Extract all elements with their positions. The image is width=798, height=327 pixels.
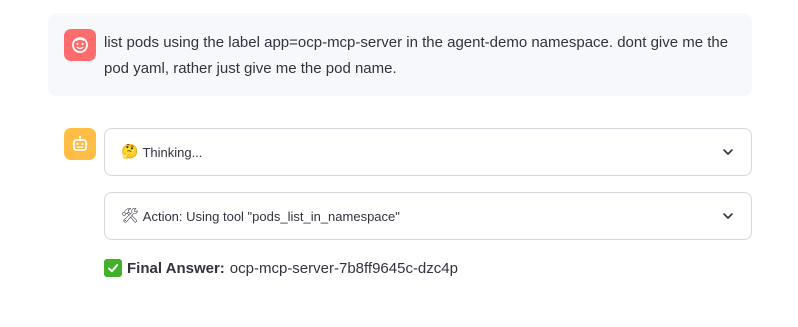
final-answer: Final Answer: ocp-mcp-server-7b8ff9645c-… — [104, 259, 458, 277]
robot-icon — [72, 135, 88, 151]
action-label: Action: Using tool "pods_list_in_namespa… — [142, 208, 400, 224]
user-avatar — [64, 29, 96, 61]
face-icon — [72, 37, 88, 53]
final-answer-label: Final Answer: — [127, 259, 225, 277]
hammer-wrench-icon: 🛠 — [121, 208, 139, 224]
thinking-emoji-icon: 🤔 — [121, 144, 139, 160]
thinking-expander[interactable]: 🤔 Thinking... — [104, 128, 752, 176]
action-expander[interactable]: 🛠 Action: Using tool "pods_list_in_names… — [104, 192, 752, 240]
user-message-text: list pods using the label app=ocp-mcp-se… — [104, 34, 729, 77]
assistant-avatar — [64, 128, 96, 160]
thinking-label-group: 🤔 Thinking... — [121, 144, 721, 160]
thinking-label: Thinking... — [142, 144, 203, 160]
check-mark-icon — [104, 259, 122, 277]
final-answer-value: ocp-mcp-server-7b8ff9645c-dzc4p — [229, 259, 458, 277]
chevron-down-icon[interactable] — [721, 145, 735, 159]
action-label-group: 🛠 Action: Using tool "pods_list_in_names… — [121, 208, 721, 224]
chevron-down-icon[interactable] — [721, 209, 735, 223]
